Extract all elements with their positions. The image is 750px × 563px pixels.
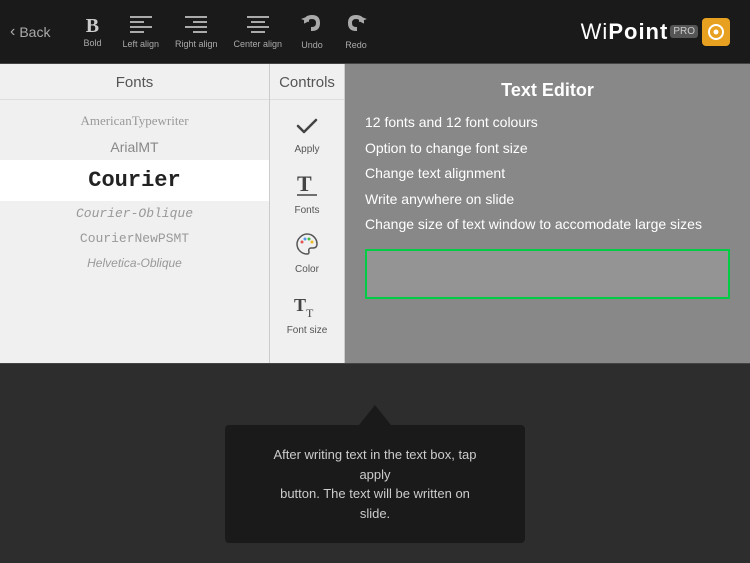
undo-label: Undo [301,40,323,50]
font-size-control[interactable]: T T Font size [270,285,344,342]
left-align-label: Left align [122,39,159,49]
font-item-arial-mt[interactable]: ArialMT [0,134,269,160]
apply-control[interactable]: Apply [270,108,344,161]
editor-feature-1: 12 fonts and 12 font colours [365,113,730,133]
undo-icon [301,14,323,38]
editor-panel: Text Editor 12 fonts and 12 font colours… [345,64,750,363]
logo-wi: Wi [581,19,609,45]
font-item-courier-oblique[interactable]: Courier-Oblique [0,201,269,226]
fonts-control-label: Fonts [294,205,319,216]
bottom-area: After writing text in the text box, tap … [0,364,750,563]
font-size-icon: T T [293,291,321,323]
logo-pro: PRO [670,25,698,38]
svg-text:T: T [306,306,314,319]
tooltip-box: After writing text in the text box, tap … [225,425,525,543]
center-align-label: Center align [234,39,283,49]
svg-text:T: T [297,171,312,196]
right-align-icon [185,15,207,37]
bold-button[interactable]: B Bold [70,12,114,52]
center-align-icon [247,15,269,37]
fonts-control-icon: T [295,171,319,203]
font-item-courier[interactable]: Courier [0,160,269,201]
editor-feature-5: Change size of text window to accomodate… [365,215,730,235]
font-item-courier-new-psmt[interactable]: CourierNewPSMT [0,226,269,251]
controls-panel-header: Controls [270,64,344,100]
back-label: Back [19,24,50,40]
color-label: Color [295,264,319,275]
apply-icon [295,114,319,142]
right-align-button[interactable]: Right align [167,11,226,53]
redo-label: Redo [345,40,367,50]
svg-text:T: T [294,295,306,315]
main-area: Fonts AmericanTypewriter ArialMT Courier… [0,64,750,364]
font-size-label: Font size [287,325,328,336]
text-box-preview [365,249,730,299]
controls-list: Apply T Fonts [270,100,344,363]
tooltip-arrow [359,405,391,425]
logo-point: Point [608,19,668,45]
back-chevron-icon: ‹ [10,23,15,41]
bold-icon: B [86,16,99,36]
redo-button[interactable]: Redo [334,10,378,54]
fonts-panel: Fonts AmericanTypewriter ArialMT Courier… [0,64,270,363]
font-item-helvetica-oblique[interactable]: Helvetica-Oblique [0,251,269,275]
app-logo: Wi Point PRO [581,18,730,46]
fonts-panel-header: Fonts [0,64,269,100]
bold-label: Bold [83,38,101,48]
logo-dot [702,18,730,46]
fonts-list: AmericanTypewriter ArialMT Courier Couri… [0,100,269,363]
controls-panel: Controls Apply T Fonts [270,64,345,363]
left-align-button[interactable]: Left align [114,11,167,53]
back-button[interactable]: ‹ Back [10,23,50,41]
editor-feature-3: Change text alignment [365,164,730,184]
toolbar: ‹ Back B Bold Left align Right [0,0,750,64]
redo-icon [345,14,367,38]
editor-title: Text Editor [365,80,730,101]
color-control[interactable]: Color [270,226,344,281]
left-align-icon [130,15,152,37]
editor-feature-2: Option to change font size [365,139,730,159]
apply-label: Apply [294,144,319,155]
right-align-label: Right align [175,39,218,49]
undo-button[interactable]: Undo [290,10,334,54]
color-icon [294,232,320,262]
center-align-button[interactable]: Center align [226,11,291,53]
editor-feature-4: Write anywhere on slide [365,190,730,210]
tooltip-text: After writing text in the text box, tap … [273,447,476,521]
fonts-control[interactable]: T Fonts [270,165,344,222]
font-item-american-typewriter[interactable]: AmericanTypewriter [0,108,269,134]
